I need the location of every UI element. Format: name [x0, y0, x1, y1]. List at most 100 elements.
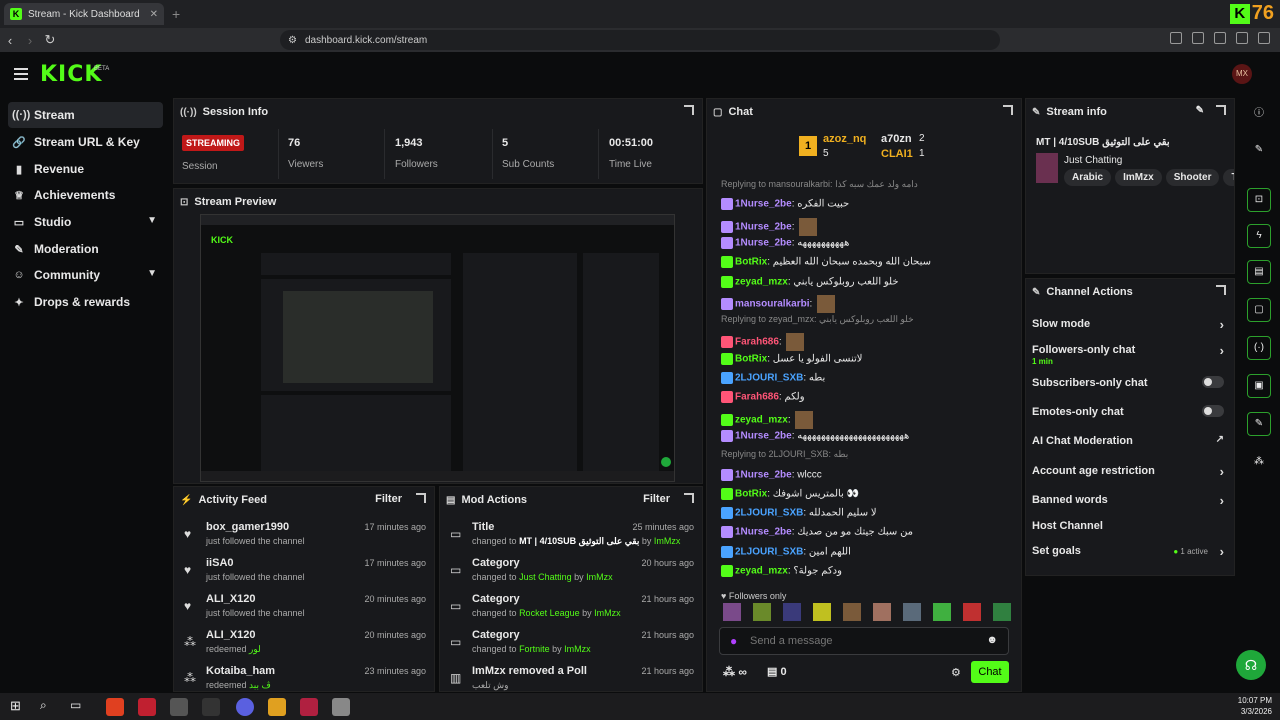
points-indicator[interactable]: ⁂ ∞ [723, 665, 747, 679]
emote[interactable] [783, 603, 801, 621]
expand-icon[interactable] [1003, 105, 1013, 115]
feed-user[interactable]: box_gamer1990 [206, 521, 289, 533]
mod-icon[interactable]: ▣ [1247, 374, 1271, 398]
sidebar-item-moderation[interactable]: ✎ Moderation [8, 236, 163, 262]
chat-username[interactable]: 1Nurse_2be [735, 221, 792, 232]
extensions-icon[interactable] [1170, 32, 1182, 44]
emote[interactable] [873, 603, 891, 621]
hamburger-menu-icon[interactable] [14, 68, 28, 80]
send-chat-button[interactable]: Chat [971, 661, 1009, 683]
mod-user[interactable]: ImMzx [564, 644, 591, 654]
subscribers-only-toggle[interactable] [1202, 376, 1224, 388]
site-info-icon[interactable]: ⚙ [288, 35, 297, 46]
app-icon[interactable] [332, 698, 350, 716]
search-icon[interactable]: ⌕ [40, 698, 58, 716]
community-icon[interactable]: ⁂ [1247, 450, 1271, 474]
wallet-icon[interactable] [1214, 32, 1226, 44]
chat-username[interactable]: BotRix [735, 353, 767, 364]
sidebar-item-drops[interactable]: ✦ Drops & rewards [8, 289, 163, 315]
emote[interactable] [993, 603, 1011, 621]
chat-username[interactable]: zeyad_mzx [735, 414, 788, 425]
notes-icon[interactable]: ▤ [1247, 260, 1271, 284]
app-icon[interactable] [202, 698, 220, 716]
app-icon[interactable] [268, 698, 286, 716]
feed-user[interactable]: ALI_X120 [206, 593, 256, 605]
action-followers-only[interactable]: Followers-only chat 1 min › [1032, 339, 1226, 366]
support-headset-icon[interactable]: ☊ [1236, 650, 1266, 680]
action-set-goals[interactable]: Set goals ● 1 active › [1032, 540, 1226, 564]
chevron-down-icon[interactable]: ▼ [147, 268, 157, 279]
action-banned-words[interactable]: Banned words › [1032, 489, 1226, 513]
chat-username[interactable]: 2LJOURI_SXB [735, 508, 803, 519]
expand-icon[interactable] [684, 105, 694, 115]
brave-browser-icon[interactable] [106, 698, 124, 716]
reload-icon[interactable]: ↻ [40, 32, 60, 48]
sidebar-item-stream[interactable]: ((·)) Stream [8, 102, 163, 128]
app-icon[interactable] [300, 698, 318, 716]
edit-icon[interactable]: ✎ [1247, 138, 1271, 162]
mod-user[interactable]: ImMzx [594, 608, 621, 618]
menu-icon[interactable] [1258, 32, 1270, 44]
chat-username[interactable]: Farah686 [735, 337, 779, 348]
emotes-only-toggle[interactable] [1202, 405, 1224, 417]
emote[interactable] [963, 603, 981, 621]
wrench-icon[interactable]: ✎ [1247, 412, 1271, 436]
chat-username[interactable]: Farah686 [735, 392, 779, 403]
action-ai-moderation[interactable]: AI Chat Moderation ↗ [1032, 430, 1226, 454]
edit-pencil-icon[interactable]: ✎ [1196, 105, 1204, 116]
emote[interactable] [813, 603, 831, 621]
new-tab-button[interactable]: + [172, 6, 180, 22]
app-icon[interactable] [138, 698, 156, 716]
url-text[interactable]: dashboard.kick.com/stream [305, 35, 427, 46]
mic-icon[interactable]: ● [730, 634, 737, 648]
chat-username[interactable]: 2LJOURI_SXB [735, 373, 803, 384]
back-icon[interactable]: ‹ [0, 33, 20, 48]
tag[interactable]: TRO [1223, 169, 1234, 186]
sidebar-item-community[interactable]: ☺ Community ▼ [8, 262, 163, 288]
emote[interactable] [903, 603, 921, 621]
chat-username[interactable]: 1Nurse_2be [735, 199, 792, 210]
gift-indicator[interactable]: ▤ 0 [767, 665, 787, 678]
tag[interactable]: Arabic [1064, 169, 1112, 186]
chat-username[interactable]: mansouralkarbi [735, 298, 809, 309]
emote[interactable] [723, 603, 741, 621]
stream-preview-video[interactable]: KICK [200, 214, 675, 482]
vpn-icon[interactable] [1236, 32, 1248, 44]
discord-icon[interactable] [236, 698, 254, 716]
feed-user[interactable]: Kotaiba_ham [206, 665, 275, 677]
action-host-channel[interactable]: Host Channel [1032, 515, 1226, 539]
tag[interactable]: Shooter [1165, 169, 1220, 186]
system-clock[interactable]: 10:07 PM 3/3/2026 [1238, 695, 1272, 717]
emote[interactable] [933, 603, 951, 621]
chat-username[interactable]: zeyad_mzx [735, 276, 788, 287]
feed-user[interactable]: iiSA0 [206, 557, 234, 569]
chat-username[interactable]: 1Nurse_2be [735, 469, 792, 480]
chevron-down-icon[interactable]: ▼ [147, 215, 157, 226]
mod-user[interactable]: ImMzx [586, 572, 613, 582]
expand-icon[interactable] [1216, 105, 1226, 115]
url-field[interactable]: ⚙ dashboard.kick.com/stream [280, 30, 1000, 50]
chat-username[interactable]: BotRix [735, 257, 767, 268]
category-name[interactable]: Just Chatting [1064, 155, 1122, 166]
tag[interactable]: ImMzx [1115, 169, 1162, 186]
chat-icon[interactable]: ▢ [1247, 298, 1271, 322]
chat-input[interactable] [750, 632, 970, 650]
emote[interactable] [753, 603, 771, 621]
close-tab-icon[interactable]: ✕ [150, 9, 158, 20]
mod-user[interactable]: ImMzx [654, 536, 681, 546]
task-view-icon[interactable]: ▭ [70, 698, 88, 716]
chat-username[interactable]: 1Nurse_2be [735, 527, 792, 538]
expand-icon[interactable] [416, 493, 426, 503]
sidebar-icon[interactable] [1192, 32, 1204, 44]
chat-username[interactable]: 1Nurse_2be [735, 431, 792, 442]
top-user-name[interactable]: a70zn [881, 133, 912, 145]
chat-username[interactable]: 2LJOURI_SXB [735, 546, 803, 557]
chat-username[interactable]: 1Nurse_2be [735, 238, 792, 249]
action-account-age[interactable]: Account age restriction › [1032, 460, 1226, 484]
obs-icon[interactable] [170, 698, 188, 716]
forward-icon[interactable]: › [20, 33, 40, 48]
bolt-icon[interactable]: ϟ [1247, 224, 1271, 248]
chat-username[interactable]: zeyad_mzx [735, 566, 788, 577]
feed-user[interactable]: ALI_X120 [206, 629, 256, 641]
preview-icon[interactable]: ⊡ [1247, 188, 1271, 212]
